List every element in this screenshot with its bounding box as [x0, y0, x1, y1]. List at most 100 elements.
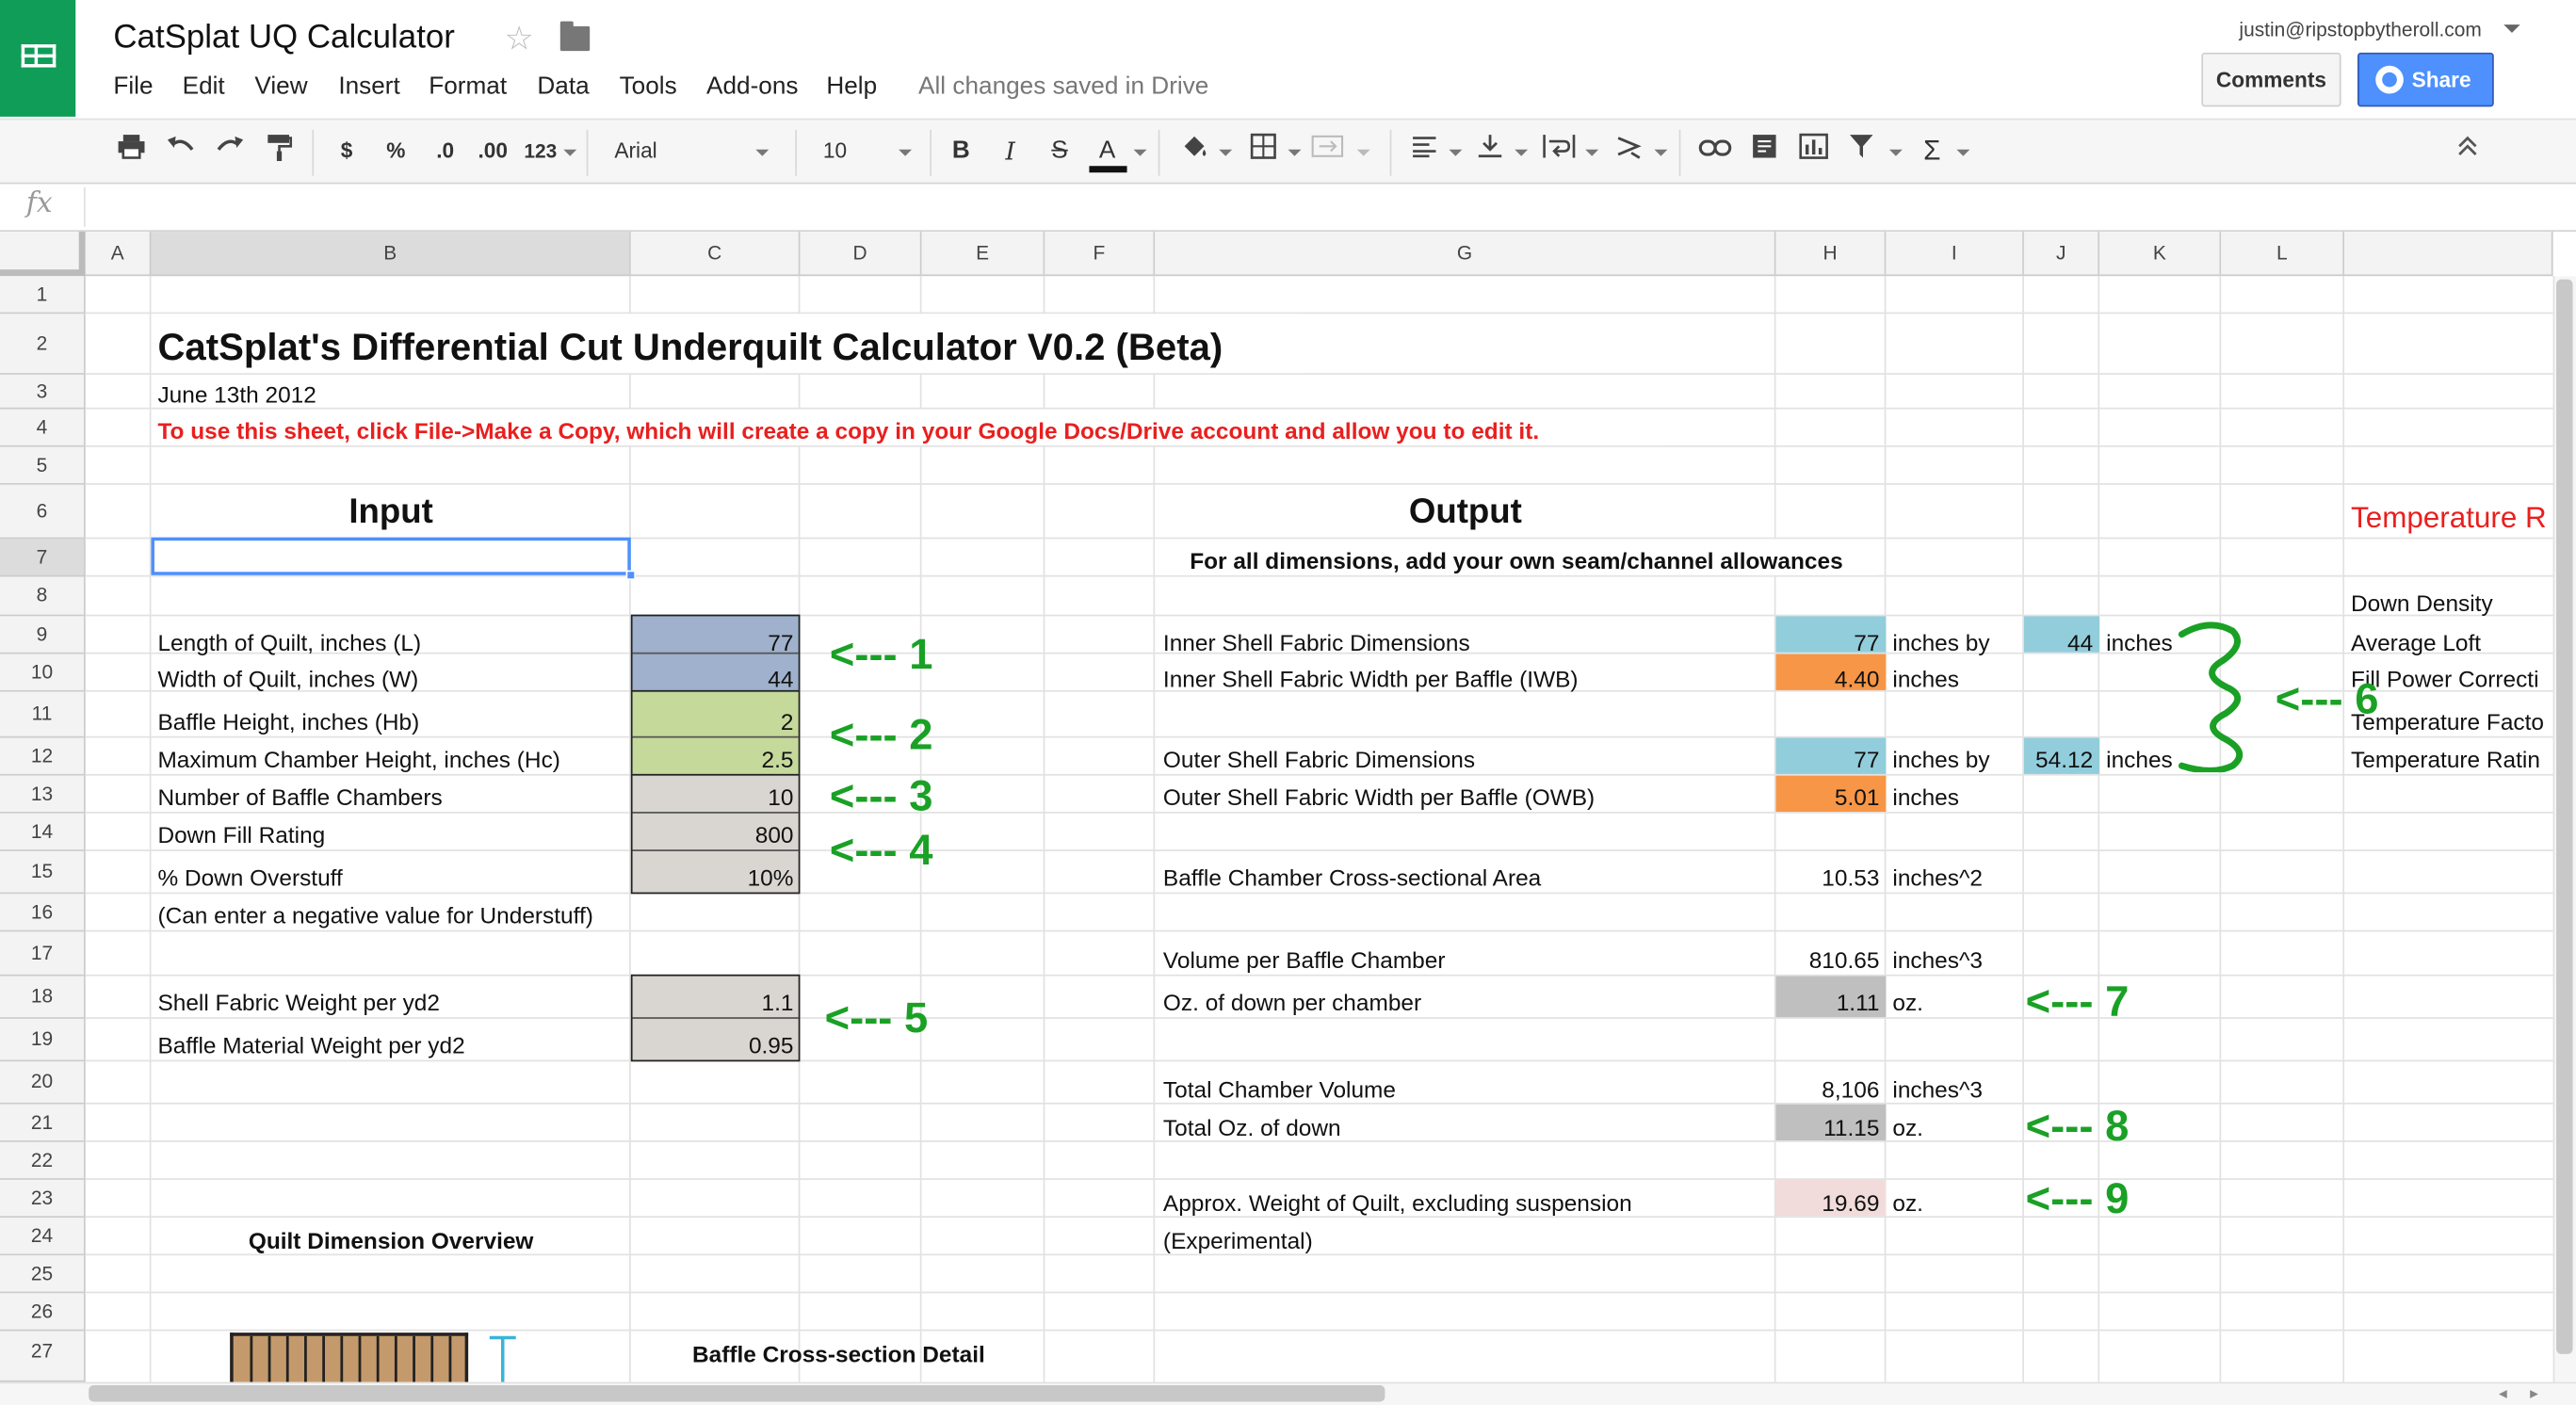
temp-label-average-loft[interactable]: Average Loft — [2351, 628, 2481, 657]
output-value-total-volume[interactable]: 8,106 — [1776, 1074, 1879, 1104]
chart-icon[interactable] — [1797, 133, 1830, 169]
text-color-button[interactable]: A — [1089, 133, 1127, 173]
row-header-15[interactable]: 15 — [0, 850, 86, 895]
increase-decimal-button[interactable]: .00 — [473, 133, 512, 169]
output-value-inner-length[interactable]: 77 — [1776, 628, 1879, 657]
italic-button[interactable]: I — [997, 133, 1024, 169]
folder-icon[interactable] — [559, 21, 591, 52]
row-header-1[interactable]: 1 — [0, 276, 86, 315]
menu-format[interactable]: Format — [429, 73, 507, 101]
temp-label-temp-factor[interactable]: Temperature Facto — [2351, 706, 2544, 735]
row-header-18[interactable]: 18 — [0, 976, 86, 1019]
scroll-right-icon[interactable]: ▸ — [2530, 1385, 2538, 1403]
row-header-23[interactable]: 23 — [0, 1179, 86, 1219]
output-unit-inner-inches[interactable]: inches — [2106, 628, 2173, 657]
temp-label-temp-rating[interactable]: Temperature Ratin — [2351, 744, 2540, 773]
input-value-width[interactable]: 44 — [631, 664, 793, 693]
merge-cells-icon[interactable] — [1309, 133, 1345, 169]
row-header-27[interactable]: 27 — [0, 1331, 86, 1382]
row-header-9[interactable]: 9 — [0, 616, 86, 654]
scroll-left-icon[interactable]: ◂ — [2499, 1385, 2507, 1403]
column-header-m[interactable] — [2344, 232, 2553, 277]
vertical-scroll-thumb[interactable] — [2556, 279, 2573, 1354]
row-header-4[interactable]: 4 — [0, 409, 86, 447]
output-label-down-chamber[interactable]: Oz. of down per chamber — [1163, 988, 1421, 1017]
user-account[interactable]: justin@ripstopbytheroll.com — [2239, 18, 2481, 40]
row-header-8[interactable]: 8 — [0, 576, 86, 617]
row-header-13[interactable]: 13 — [0, 775, 86, 814]
column-header-e[interactable]: E — [921, 232, 1045, 277]
output-label-outer-dims[interactable]: Outer Shell Fabric Dimensions — [1163, 744, 1475, 773]
quilt-overview-label[interactable]: Quilt Dimension Overview — [151, 1226, 630, 1255]
output-label-total-down[interactable]: Total Oz. of down — [1163, 1112, 1341, 1141]
column-header-f[interactable]: F — [1045, 232, 1156, 277]
row-header-3[interactable]: 3 — [0, 374, 86, 410]
menu-file[interactable]: File — [113, 73, 153, 101]
temperature-heading[interactable]: Temperature R — [2351, 499, 2547, 535]
input-value-length[interactable]: 77 — [631, 628, 793, 657]
column-header-j[interactable]: J — [2023, 232, 2100, 277]
output-label-experimental[interactable]: (Experimental) — [1163, 1226, 1313, 1255]
output-unit-cross-section[interactable]: inches^2 — [1892, 863, 1983, 892]
fill-handle[interactable] — [625, 570, 637, 580]
input-note-understuff[interactable]: (Can enter a negative value for Understu… — [157, 900, 592, 929]
output-label-inner-dims[interactable]: Inner Shell Fabric Dimensions — [1163, 628, 1470, 657]
sheets-logo-icon[interactable] — [0, 0, 76, 117]
selected-cell-b7[interactable] — [151, 537, 631, 575]
bold-button[interactable]: B — [948, 133, 974, 169]
functions-icon[interactable]: Σ — [1918, 133, 1947, 169]
column-header-g[interactable]: G — [1155, 232, 1776, 277]
output-unit-inner-by[interactable]: inches by — [1892, 628, 1989, 657]
input-label-length[interactable]: Length of Quilt, inches (L) — [157, 628, 421, 657]
output-note[interactable]: For all dimensions, add your own seam/ch… — [1155, 545, 1877, 574]
output-unit-quilt-weight[interactable]: oz. — [1892, 1188, 1923, 1218]
baffle-detail-label[interactable]: Baffle Cross-section Detail — [631, 1339, 1046, 1368]
input-label-baffle-weight[interactable]: Baffle Material Weight per yd2 — [157, 1030, 464, 1059]
row-header-16[interactable]: 16 — [0, 894, 86, 932]
menu-insert[interactable]: Insert — [338, 73, 399, 101]
output-heading[interactable]: Output — [1155, 492, 1775, 534]
paint-format-icon[interactable] — [263, 133, 296, 169]
wrap-icon[interactable] — [1541, 133, 1577, 169]
temp-label-down-density[interactable]: Down Density — [2351, 589, 2493, 618]
input-label-chamber-height[interactable]: Maximum Chamber Height, inches (Hc) — [157, 744, 559, 773]
output-value-inner-width[interactable]: 44 — [2024, 628, 2093, 657]
menu-view[interactable]: View — [254, 73, 307, 101]
input-label-baffle-height[interactable]: Baffle Height, inches (Hb) — [157, 706, 419, 735]
output-unit-total-volume[interactable]: inches^3 — [1892, 1074, 1983, 1104]
input-heading[interactable]: Input — [151, 492, 630, 534]
menu-addons[interactable]: Add-ons — [706, 73, 798, 101]
output-label-cross-section[interactable]: Baffle Chamber Cross-sectional Area — [1163, 863, 1541, 892]
link-icon[interactable] — [1697, 133, 1733, 169]
input-value-shell-weight[interactable]: 1.1 — [631, 988, 794, 1017]
undo-icon[interactable] — [164, 133, 197, 169]
menu-tools[interactable]: Tools — [620, 73, 677, 101]
output-label-volume-chamber[interactable]: Volume per Baffle Chamber — [1163, 945, 1446, 974]
horizontal-scroll-thumb[interactable] — [89, 1385, 1385, 1402]
output-unit-total-down[interactable]: oz. — [1892, 1112, 1923, 1141]
output-value-owb[interactable]: 5.01 — [1776, 783, 1880, 812]
column-header-h[interactable]: H — [1775, 232, 1887, 277]
output-label-quilt-weight[interactable]: Approx. Weight of Quilt, excluding suspe… — [1163, 1188, 1632, 1218]
row-header-11[interactable]: 11 — [0, 691, 86, 738]
formula-bar[interactable] — [0, 184, 2576, 233]
temp-label-fill-power[interactable]: Fill Power Correcti — [2351, 664, 2538, 693]
input-value-fill-rating[interactable]: 800 — [631, 820, 794, 849]
row-header-2[interactable]: 2 — [0, 314, 86, 375]
valign-bottom-icon[interactable] — [1475, 133, 1504, 169]
input-label-shell-weight[interactable]: Shell Fabric Weight per yd2 — [157, 988, 440, 1017]
font-size-select[interactable]: 10 — [823, 133, 889, 169]
input-label-fill-rating[interactable]: Down Fill Rating — [157, 820, 325, 849]
document-title[interactable]: CatSplat UQ Calculator — [113, 20, 455, 57]
output-label-total-volume[interactable]: Total Chamber Volume — [1163, 1074, 1396, 1104]
instruction-text[interactable]: To use this sheet, click File->Make a Co… — [157, 415, 1539, 444]
row-header-14[interactable]: 14 — [0, 813, 86, 851]
font-family-select[interactable]: Arial — [614, 133, 762, 169]
output-value-outer-length[interactable]: 77 — [1776, 744, 1879, 773]
input-value-overstuff[interactable]: 10% — [631, 863, 794, 892]
row-header-25[interactable]: 25 — [0, 1255, 86, 1294]
star-icon[interactable]: ☆ — [504, 18, 533, 59]
row-header-7[interactable]: 7 — [0, 539, 86, 577]
strikethrough-button[interactable]: S — [1046, 133, 1073, 169]
output-label-iwb[interactable]: Inner Shell Fabric Width per Baffle (IWB… — [1163, 664, 1579, 693]
